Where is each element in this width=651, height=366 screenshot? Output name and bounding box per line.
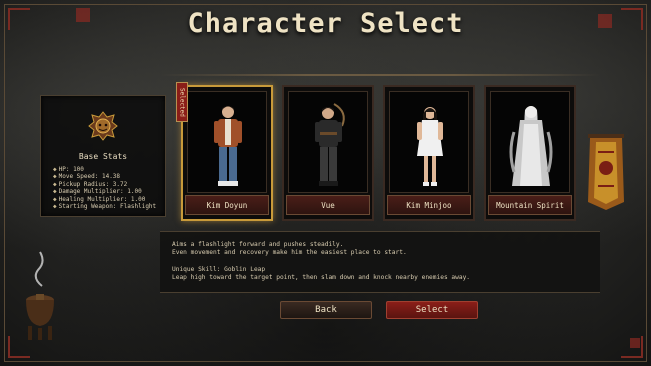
diamond-bullet-icon: ◆: [53, 180, 57, 188]
select-button[interactable]: Select: [386, 301, 478, 319]
character-figure-vue: [315, 103, 345, 186]
back-button[interactable]: Back: [280, 301, 372, 319]
character-name: Kim Minjoo: [387, 195, 471, 215]
stats-list: ◆ HP: 100 ◆ Move Speed: 14.38 ◆ Pickup Radi…: [53, 166, 156, 210]
character-description-panel: Aims a flashlight forward and pushes ste…: [160, 231, 600, 293]
divider: [160, 74, 600, 76]
unique-skill-title: Unique Skill: Goblin Leap: [172, 266, 266, 273]
stat-pickup-radius: ◆ Pickup Radius: 3.72: [53, 180, 128, 188]
hanging-talisman-icon: [588, 134, 624, 210]
page-title: Character Select: [187, 8, 464, 39]
diamond-bullet-icon: ◆: [53, 203, 57, 211]
diamond-bullet-icon: ◆: [53, 195, 57, 203]
stat-healing-multiplier: ◆ Healing Multiplier: 1.00: [53, 195, 146, 203]
stat-starting-weapon: ◆ Starting Weapon: Flashlight: [53, 203, 157, 211]
character-figure-kim-minjoo: [417, 107, 443, 186]
unique-skill-description: Leap high toward the target point, then …: [172, 274, 471, 281]
character-portrait: [288, 91, 368, 193]
stat-damage-multiplier: ◆ Damage Multiplier: 1.00: [53, 188, 142, 196]
character-figure-kim-doyun: [214, 106, 242, 186]
character-card-vue[interactable]: Vue: [282, 85, 374, 221]
stats-heading: Base Stats: [78, 152, 128, 161]
selected-tag: Selected: [176, 82, 188, 122]
character-portrait: [490, 91, 570, 193]
diamond-bullet-icon: ◆: [53, 166, 57, 173]
character-portrait: [187, 91, 267, 193]
character-card-kim-minjoo[interactable]: Kim Minjoo: [383, 85, 475, 221]
red-seal-stamp: [630, 338, 640, 348]
character-card-mountain-spirit[interactable]: Mountain Spirit: [484, 85, 576, 221]
character-figure-mountain-spirit: [509, 106, 553, 186]
demon-mask-icon: [88, 111, 118, 141]
description-line: Even movement and recovery make him the …: [172, 249, 407, 256]
character-name: Vue: [286, 195, 370, 215]
character-portrait: [389, 91, 469, 193]
stat-move-speed: ◆ Move Speed: 14.38: [53, 173, 121, 181]
stat-hp: ◆ HP: 100: [53, 166, 84, 173]
character-name: Kim Doyun: [185, 195, 269, 215]
character-card-kim-doyun[interactable]: Kim Doyun: [181, 85, 273, 221]
base-stats-panel: Base Stats ◆ HP: 100 ◆ Move Speed: 14.38 ◆…: [40, 95, 166, 217]
incense-burner-icon: [26, 251, 54, 340]
diamond-bullet-icon: ◆: [53, 188, 57, 196]
character-name: Mountain Spirit: [488, 195, 572, 215]
description-line: Aims a flashlight forward and pushes ste…: [172, 241, 344, 248]
diamond-bullet-icon: ◆: [53, 173, 57, 181]
